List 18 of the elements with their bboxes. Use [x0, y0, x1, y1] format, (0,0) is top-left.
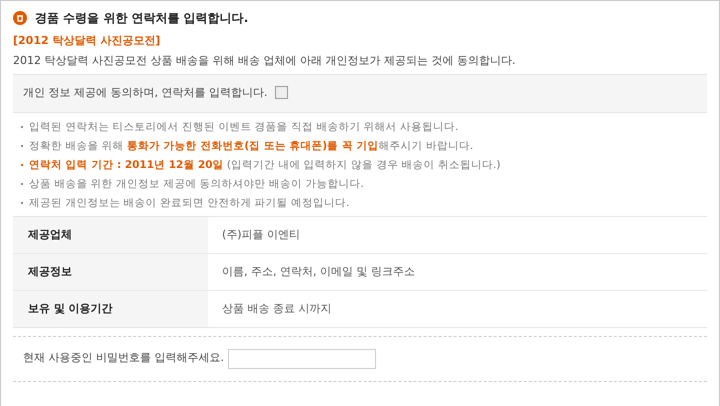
table-header-cell: 제공정보: [13, 254, 208, 290]
table-cell-text: (주)피플 이엔티: [221, 226, 302, 242]
notice-text: 제공된 개인정보는 배송이 완료되면 안전하게 파기될 예정입니다.: [29, 196, 350, 208]
consent-checkbox[interactable]: [275, 86, 288, 100]
event-name: [2012 탁상달력 사진공모전]: [13, 33, 162, 49]
table-header-cell: 제공업체: [13, 216, 208, 252]
heading: 경품 수령을 위한 연락처를 입력합니다.: [35, 10, 248, 27]
description: 2012 탁상달력 사진공모전 상품 배송을 위해 배송 업체에 아래 개인정보가 제공되는 것에 동의합니다.: [13, 52, 516, 68]
notice-text: 정확한 배송을 위해 통화가 가능한 전화번호(집 또는 휴대폰)를 꼭 기입해주시기 바랍니다.: [29, 140, 474, 152]
consent-label: 개인 정보 제공에 동의하며, 연락처를 입력합니다.: [23, 86, 268, 99]
table-cell-text: 이름, 주소, 연락처, 이메일 및 링크주소: [221, 264, 416, 280]
password-field[interactable]: [228, 348, 376, 368]
notice-text: 입력된 연락처는 티스토리에서 진행된 이벤트 경품을 직접 배송하기 위해서 사용됩니다.: [29, 120, 458, 132]
table-header-cell: 보유 및 이용기간: [13, 290, 208, 326]
table-cell-text: 상품 배송 종료 시까지: [221, 300, 332, 316]
notice-text: 연락처 입력 기간 : 2011년 12월 20일 (입력기간 내에 입력하지 않을 경우 배송이 취소됩니다.): [29, 158, 500, 170]
notice-text: 상품 배송을 위한 개인정보 제공에 동의하셔야만 배송이 가능합니다.: [29, 178, 364, 190]
password-label: 현재 사용중인 비밀번호를 입력해주세요.: [23, 350, 224, 366]
